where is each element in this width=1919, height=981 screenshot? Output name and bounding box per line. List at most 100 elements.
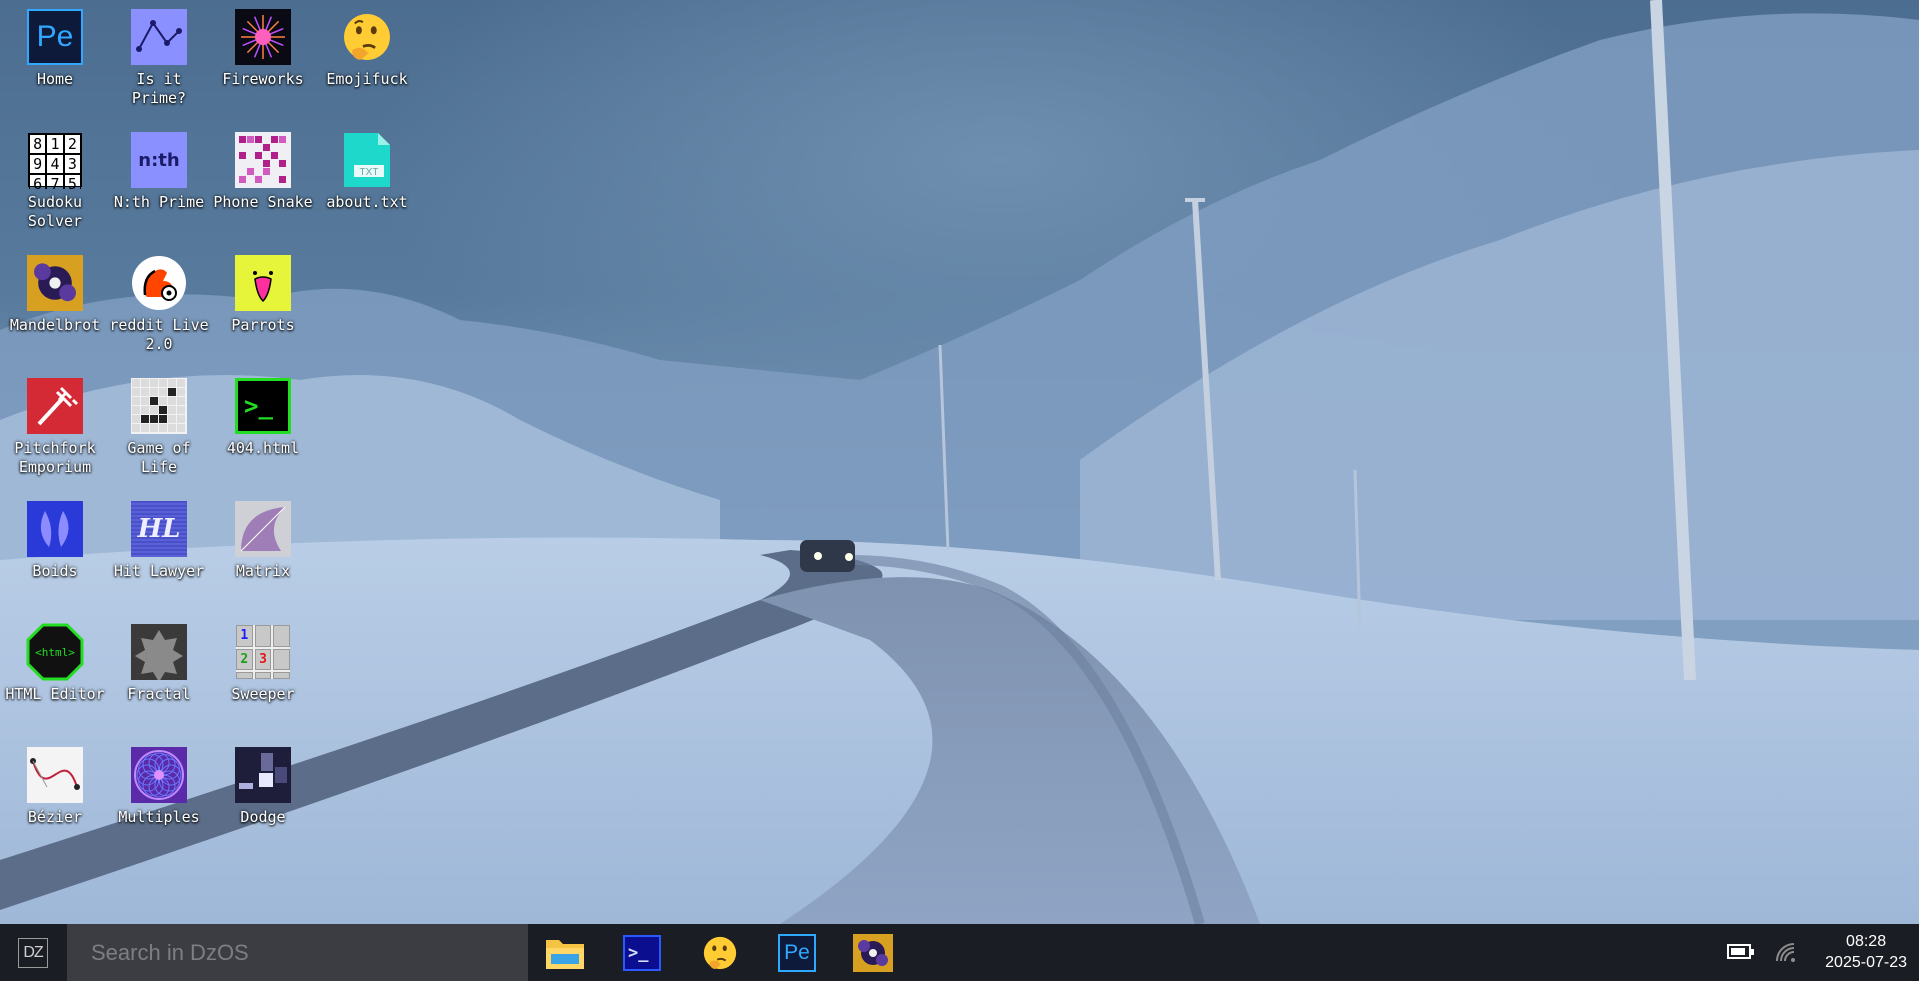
minesweeper-icon: 123 [236, 625, 290, 679]
pitchfork-icon-wrapper [26, 377, 84, 435]
taskbar-terminal[interactable]: >_ [620, 932, 664, 974]
svg-text:TXT: TXT [360, 167, 379, 178]
terminal-icon: >_ [235, 378, 291, 434]
desktop-icon-label: Sweeper [231, 685, 295, 703]
taskbar-mandelbrot[interactable] [851, 932, 895, 974]
multiples-icon-wrapper [130, 746, 188, 804]
desktop-icon-404-html[interactable]: >_ 404.html [211, 369, 315, 458]
thinking-emoji-icon-wrapper [338, 8, 396, 66]
desktop-icon-fireworks[interactable]: Fireworks [211, 0, 315, 89]
desktop-icon-label: about.txt [326, 193, 408, 211]
desktop-icon-label: Emojifuck [326, 70, 408, 88]
html-icon-wrapper: <html> [26, 623, 84, 681]
desktop-icon-html-editor[interactable]: <html> HTML Editor [3, 615, 107, 704]
thinking-emoji-icon [344, 14, 390, 60]
parrot-icon-wrapper [234, 254, 292, 312]
sudoku-icon-wrapper: 812943675 [26, 131, 84, 189]
snake-icon [235, 132, 291, 188]
desktop-icon-parrots[interactable]: Parrots [211, 246, 315, 335]
desktop-icon-label: Phone Snake [213, 193, 313, 211]
terminal-icon: >_ [623, 935, 661, 971]
desktop-icon-n-th-prime[interactable]: n:th N:th Prime [107, 123, 211, 212]
desktop-icon-sweeper[interactable]: 1 2 3 Sweeper [211, 615, 315, 704]
boids-icon [27, 501, 83, 557]
desktop-icon-reddit-live-2-0[interactable]: reddit Live 2.0 [107, 246, 211, 354]
desktop-icon-label: Is it Prime? [131, 70, 187, 107]
pe-icon: Pe [778, 934, 816, 972]
start-button[interactable]: DZ [0, 924, 66, 981]
terminal-prompt-text: >_ [628, 943, 649, 963]
desktop-icon-label: Pitchfork Emporium [14, 439, 96, 476]
bezier-icon [27, 747, 83, 803]
dodge-icon [235, 747, 291, 803]
taskbar-file-explorer[interactable] [543, 932, 587, 974]
desktop-icon-label: Parrots [231, 316, 295, 334]
desktop-icon-fractal[interactable]: Fractal [107, 615, 211, 704]
firework-icon-wrapper [234, 8, 292, 66]
desktop-icon-game-of-life[interactable]: Game of Life [107, 369, 211, 477]
desktop-icon-label: Hit Lawyer [113, 562, 205, 580]
desktop-icon-label: reddit Live 2.0 [109, 316, 209, 353]
pe-text: Pe [784, 941, 810, 964]
clock-date: 2025-07-23 [1825, 954, 1907, 971]
desktop-icon-boids[interactable]: Boids [3, 492, 107, 581]
desktop-icon-label: Game of Life [127, 439, 191, 476]
desktop-icon-label: Home [36, 70, 74, 88]
desktop-icon-label: Mandelbrot [9, 316, 101, 334]
hl-icon-wrapper: HL [130, 500, 188, 558]
reddit-icon [132, 256, 186, 310]
pe-icon-wrapper: Pe [26, 8, 84, 66]
battery-icon[interactable] [1727, 943, 1755, 961]
clock-time: 08:28 [1846, 933, 1887, 950]
wifi-icon[interactable] [1774, 941, 1796, 963]
desktop-icon-pitchfork-emporium[interactable]: Pitchfork Emporium [3, 369, 107, 477]
minesweeper-icon-wrapper: 123 [234, 623, 292, 681]
mandelbrot-icon-wrapper [26, 254, 84, 312]
life-grid-icon-wrapper [130, 377, 188, 435]
system-clock[interactable]: 08:28 2025-07-23 [1825, 931, 1907, 973]
terminal-icon-wrapper: >_ [234, 377, 292, 435]
taskbar-emojifuck[interactable] [698, 932, 742, 974]
parrot-icon [235, 255, 291, 311]
nth-icon: n:th [131, 132, 187, 188]
desktop-icon-home[interactable]: Pe Home [3, 0, 107, 89]
firework-icon [235, 9, 291, 65]
reddit-icon-wrapper [130, 254, 188, 312]
nth-icon-wrapper: n:th [130, 131, 188, 189]
taskbar: DZ >_ Pe [0, 924, 1919, 981]
boids-icon-wrapper [26, 500, 84, 558]
desktop-icon-b-zier[interactable]: Bézier [3, 738, 107, 827]
desktop-icon-about-txt[interactable]: TXT about.txt [315, 123, 419, 212]
start-logo: DZ [18, 937, 48, 968]
desktop-icon-label: Fireworks [222, 70, 304, 88]
html-icon: <html> [26, 623, 84, 681]
bezier-icon-wrapper [26, 746, 84, 804]
mandelbrot-icon [853, 934, 893, 972]
desktop-icon-hit-lawyer[interactable]: HL Hit Lawyer [107, 492, 211, 581]
desktop-icon-matrix[interactable]: Matrix [211, 492, 315, 581]
thinking-emoji-icon [703, 936, 737, 970]
life-grid-icon [131, 378, 187, 434]
taskbar-home[interactable]: Pe [775, 932, 819, 974]
desktop-icon-label: Boids [32, 562, 78, 580]
desktop-icon-sudoku-solver[interactable]: 8 1 2 9 4 3 6 7 5 Sudoku Solver [3, 123, 107, 231]
search-input[interactable] [67, 924, 528, 981]
desktop-icon-mandelbrot[interactable]: Mandelbrot [3, 246, 107, 335]
desktop-icon-multiples[interactable]: Multiples [107, 738, 211, 827]
desktop-icon-label: Bézier [27, 808, 83, 826]
desktop-icon-is-it-prime[interactable]: Is it Prime? [107, 0, 211, 108]
desktop-icon-phone-snake[interactable]: Phone Snake [211, 123, 315, 212]
desktop-icon-dodge[interactable]: Dodge [211, 738, 315, 827]
desktop-icon-label: HTML Editor [5, 685, 105, 703]
multiples-icon [131, 747, 187, 803]
sudoku-icon: 812943675 [28, 133, 82, 189]
graph-icon-wrapper [130, 8, 188, 66]
svg-text:<html>: <html> [35, 646, 75, 659]
mandelbrot-icon [27, 255, 83, 311]
desktop-icon-label: 404.html [226, 439, 300, 457]
txt-file-icon: TXT [344, 133, 390, 187]
graph-icon [131, 9, 187, 65]
desktop-icon-emojifuck[interactable]: Emojifuck [315, 0, 419, 89]
fractal-icon-wrapper [130, 623, 188, 681]
txt-file-icon-wrapper: TXT [338, 131, 396, 189]
